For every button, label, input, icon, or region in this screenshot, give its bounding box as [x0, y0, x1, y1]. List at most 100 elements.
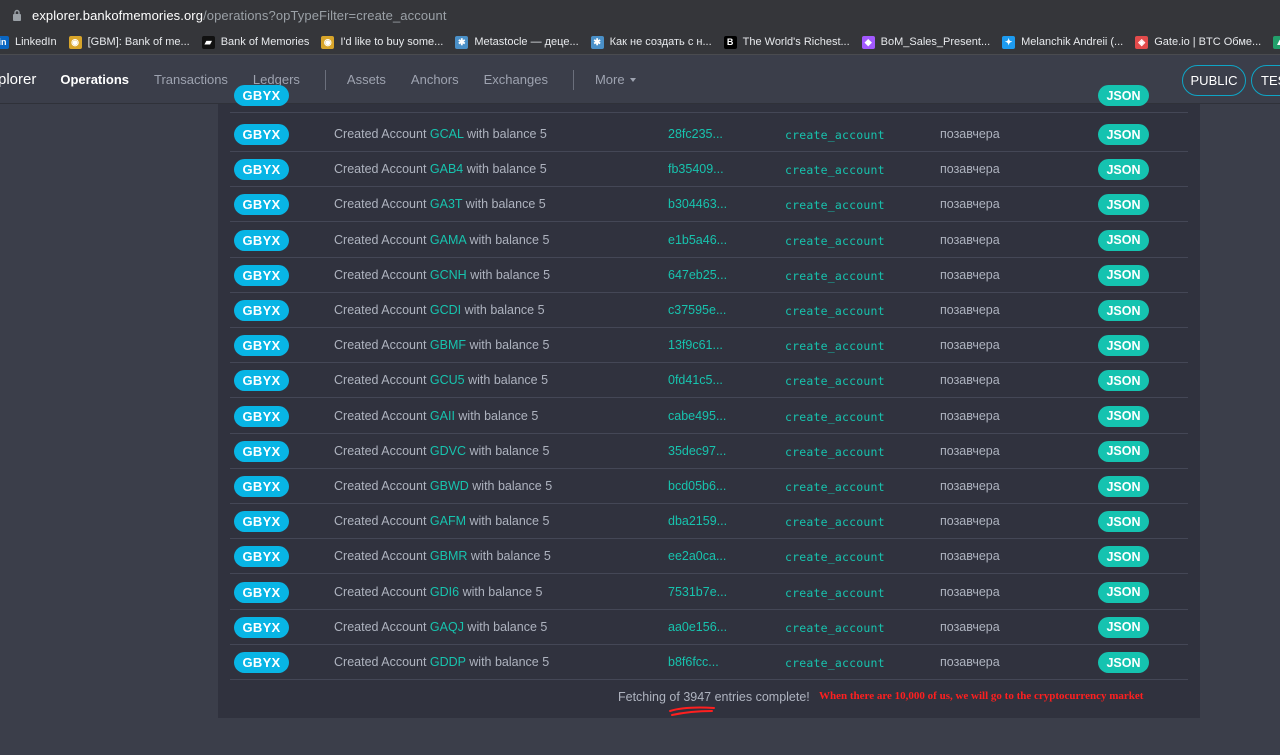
bookmark-item[interactable]: ✱ Как не создать с н...: [590, 35, 712, 49]
nav-operations[interactable]: Operations: [60, 72, 129, 87]
new-account-link[interactable]: GA3T: [430, 197, 462, 211]
operation-type-link[interactable]: create_account: [785, 621, 885, 635]
new-account-link[interactable]: GAFM: [430, 514, 466, 528]
json-button[interactable]: JSON: [1098, 229, 1149, 251]
bookmark-item[interactable]: ◆ BoM_Sales_Present...: [861, 35, 990, 49]
json-button[interactable]: JSON: [1098, 370, 1149, 392]
url-text[interactable]: explorer.bankofmemories.org/operations?o…: [32, 8, 447, 23]
new-account-link[interactable]: GAB4: [430, 162, 463, 176]
network-public-button[interactable]: PUBLIC: [1182, 65, 1246, 96]
bookmark-item[interactable]: ▲Fei Protocol: [1273, 35, 1280, 49]
new-account-link[interactable]: GDI6: [430, 585, 459, 599]
json-button[interactable]: JSON: [1098, 616, 1149, 638]
bookmark-item[interactable]: ▰ Bank of Memories: [201, 35, 309, 49]
json-button[interactable]: JSON: [1098, 335, 1149, 357]
bookmark-item[interactable]: in LinkedIn: [0, 35, 57, 49]
transaction-hash-link[interactable]: bcd05b6...: [668, 479, 726, 493]
transaction-hash-link[interactable]: cabe495...: [668, 409, 726, 423]
json-button[interactable]: JSON: [1098, 159, 1149, 181]
operation-type-link[interactable]: create_account: [785, 515, 885, 529]
json-button[interactable]: JSON: [1098, 124, 1149, 145]
network-test-button[interactable]: TES: [1251, 65, 1280, 96]
json-button[interactable]: JSON: [1098, 476, 1149, 497]
account-badge[interactable]: GBYX: [234, 85, 289, 106]
operation-type-link[interactable]: create_account: [785, 198, 885, 212]
transaction-hash-link[interactable]: 647eb25...: [668, 268, 727, 282]
json-button[interactable]: JSON: [1098, 546, 1149, 568]
address-bar[interactable]: explorer.bankofmemories.org/operations?o…: [0, 0, 1280, 30]
account-badge[interactable]: GBYX: [234, 511, 289, 533]
bookmark-item[interactable]: B The World's Richest...: [723, 35, 850, 49]
operation-type-link[interactable]: create_account: [785, 445, 885, 459]
account-badge[interactable]: GBYX: [234, 124, 289, 145]
transaction-hash-link[interactable]: aa0e156...: [668, 620, 727, 634]
transaction-hash-link[interactable]: e1b5a46...: [668, 233, 727, 247]
account-badge[interactable]: GBYX: [234, 476, 289, 497]
account-badge[interactable]: GBYX: [234, 335, 289, 357]
bookmark-item[interactable]: ✦ Melanchik Andreii (...: [1002, 35, 1123, 49]
account-badge[interactable]: GBYX: [234, 300, 289, 321]
operation-type-link[interactable]: create_account: [785, 234, 885, 248]
transaction-hash-link[interactable]: 0fd41c5...: [668, 373, 723, 387]
operation-type-link[interactable]: create_account: [785, 410, 885, 424]
bookmark-item[interactable]: ◉ I'd like to buy some...: [321, 35, 443, 49]
new-account-link[interactable]: GCU5: [430, 373, 465, 387]
transaction-hash-link[interactable]: 35dec97...: [668, 444, 726, 458]
operation-type-link[interactable]: create_account: [785, 480, 885, 494]
json-button[interactable]: JSON: [1098, 264, 1149, 286]
operation-type-link[interactable]: create_account: [785, 550, 885, 564]
bookmark-item[interactable]: ◉ [GBM]: Bank of me...: [68, 35, 190, 49]
nav-transactions[interactable]: Transactions: [154, 72, 228, 87]
account-badge[interactable]: GBYX: [234, 370, 289, 392]
transaction-hash-link[interactable]: fb35409...: [668, 162, 724, 176]
new-account-link[interactable]: GCNH: [430, 268, 467, 282]
operation-type-link[interactable]: create_account: [785, 304, 885, 318]
account-badge[interactable]: GBYX: [234, 264, 289, 286]
transaction-hash-link[interactable]: dba2159...: [668, 514, 727, 528]
account-badge[interactable]: GBYX: [234, 440, 289, 462]
json-button[interactable]: JSON: [1098, 652, 1149, 673]
new-account-link[interactable]: GAMA: [430, 233, 466, 247]
operation-type-link[interactable]: create_account: [785, 163, 885, 177]
new-account-link[interactable]: GAQJ: [430, 620, 464, 634]
operation-type-link[interactable]: create_account: [785, 656, 885, 670]
transaction-hash-link[interactable]: b304463...: [668, 197, 727, 211]
transaction-hash-link[interactable]: ee2a0ca...: [668, 549, 726, 563]
bookmark-item[interactable]: ◈ Gate.io | BTC Обме...: [1135, 35, 1261, 49]
account-badge[interactable]: GBYX: [234, 194, 289, 216]
new-account-link[interactable]: GAII: [430, 409, 455, 423]
transaction-hash-link[interactable]: 28fc235...: [668, 127, 723, 141]
account-badge[interactable]: GBYX: [234, 616, 289, 638]
json-button[interactable]: JSON: [1098, 405, 1149, 427]
json-button[interactable]: JSON: [1098, 194, 1149, 216]
operation-type-link[interactable]: create_account: [785, 339, 885, 353]
account-badge[interactable]: GBYX: [234, 229, 289, 251]
json-button[interactable]: JSON: [1098, 581, 1149, 603]
new-account-link[interactable]: GBWD: [430, 479, 469, 493]
new-account-link[interactable]: GDDP: [430, 655, 466, 669]
transaction-hash-link[interactable]: c37595e...: [668, 303, 726, 317]
account-badge[interactable]: GBYX: [234, 405, 289, 427]
operation-type-link[interactable]: create_account: [785, 374, 885, 388]
json-button[interactable]: JSON: [1098, 511, 1149, 533]
operation-type-link[interactable]: create_account: [785, 586, 885, 600]
new-account-link[interactable]: GCDI: [430, 303, 461, 317]
new-account-link[interactable]: GBMF: [430, 338, 466, 352]
brand-logo[interactable]: plorer: [0, 71, 36, 88]
account-badge[interactable]: GBYX: [234, 652, 289, 673]
new-account-link[interactable]: GDVC: [430, 444, 466, 458]
transaction-hash-link[interactable]: 13f9c61...: [668, 338, 723, 352]
transaction-hash-link[interactable]: 7531b7e...: [668, 585, 727, 599]
account-badge[interactable]: GBYX: [234, 159, 289, 181]
bookmark-item[interactable]: ✱ Metastocle — деце...: [455, 35, 579, 49]
operation-type-link[interactable]: create_account: [785, 269, 885, 283]
new-account-link[interactable]: GCAL: [430, 127, 464, 141]
new-account-link[interactable]: GBMR: [430, 549, 468, 563]
json-button[interactable]: JSON: [1098, 440, 1149, 462]
account-badge[interactable]: GBYX: [234, 581, 289, 603]
operation-type-link[interactable]: create_account: [785, 128, 885, 142]
lock-icon[interactable]: [10, 8, 24, 22]
json-button[interactable]: JSON: [1098, 85, 1149, 106]
json-button[interactable]: JSON: [1098, 300, 1149, 321]
account-badge[interactable]: GBYX: [234, 546, 289, 568]
